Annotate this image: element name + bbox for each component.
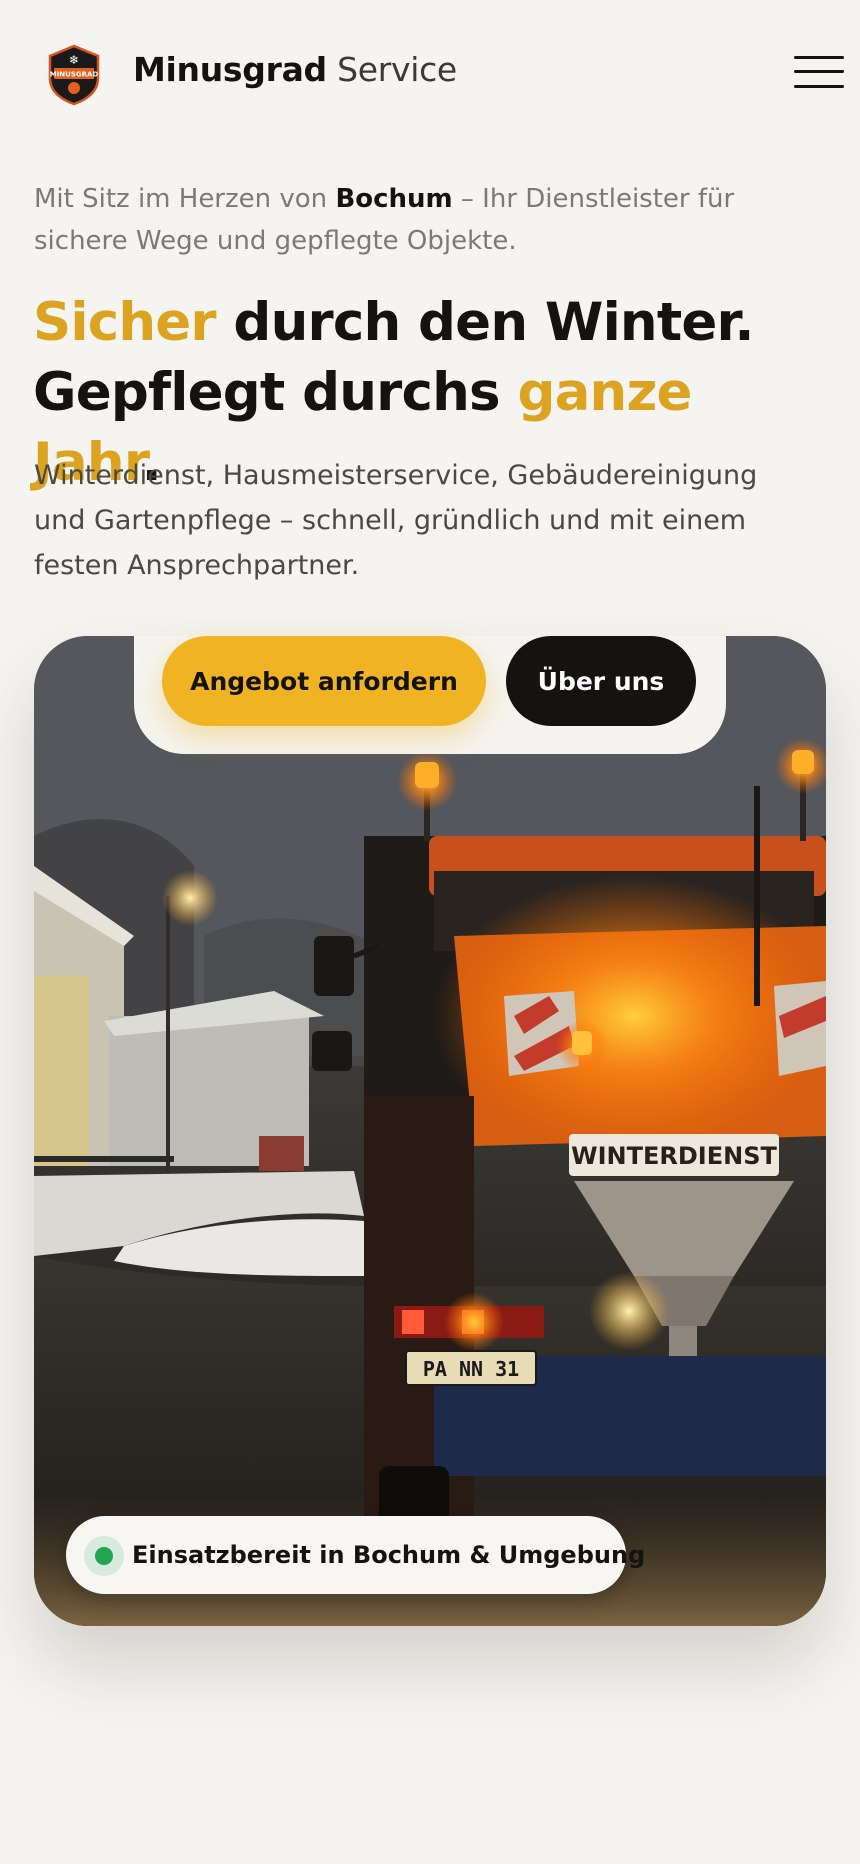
headline-part-2: durch den Winter.	[215, 292, 754, 353]
status-text: Einsatzbereit in Bochum & Umgebung	[132, 1541, 646, 1569]
status-dot	[95, 1547, 113, 1565]
svg-text:PA NN 31: PA NN 31	[423, 1357, 519, 1381]
headline-part-3: Gepflegt durchs	[33, 362, 518, 423]
winter-truck-illustration: WINTERDIENST PA NN 31	[34, 636, 826, 1626]
intro-city: Bochum	[335, 184, 453, 214]
brand-name[interactable]: Minusgrad Service	[133, 48, 457, 92]
hero-image: WINTERDIENST PA NN 31	[34, 636, 826, 1626]
svg-text:❄: ❄	[69, 53, 79, 67]
brand-name-bold: Minusgrad	[133, 50, 327, 89]
minusgrad-logo-icon[interactable]: MINUSGRAD ❄	[46, 44, 102, 106]
headline-word-sicher: Sicher	[33, 292, 217, 353]
status-badge: Einsatzbereit in Bochum & Umgebung	[66, 1516, 645, 1594]
svg-text:WINTERDIENST: WINTERDIENST	[571, 1142, 777, 1170]
intro-text: Mit Sitz im Herzen von Bochum – Ihr Dien…	[34, 178, 814, 262]
brand-name-light: Service	[337, 50, 457, 89]
request-quote-button[interactable]: Angebot anfordern	[162, 636, 486, 726]
svg-text:MINUSGRAD: MINUSGRAD	[50, 71, 99, 79]
site-header: MINUSGRAD ❄ Minusgrad Service	[0, 0, 860, 140]
hamburger-menu-icon[interactable]	[794, 54, 844, 90]
lead-text: Winterdienst, Hausmeisterservice, Gebäud…	[34, 460, 758, 581]
status-indicator-icon	[84, 1536, 124, 1576]
about-us-button[interactable]: Über uns	[506, 636, 696, 726]
intro-before: Mit Sitz im Herzen von	[34, 184, 336, 214]
